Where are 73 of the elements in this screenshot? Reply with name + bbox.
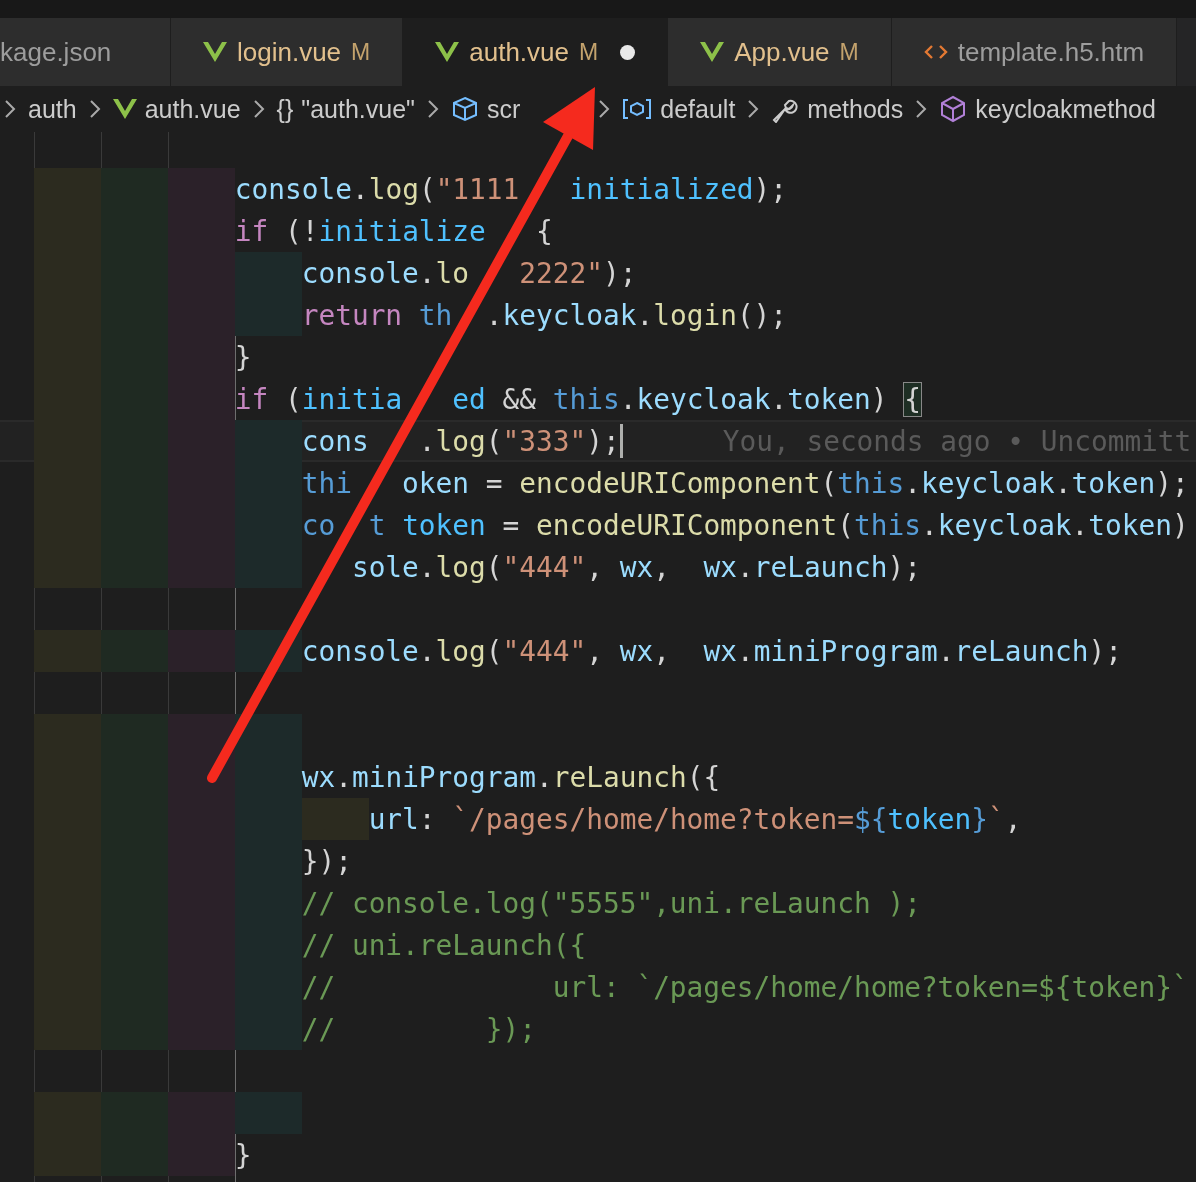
indent-highlight	[100, 1092, 168, 1134]
breadcrumb-item[interactable]: "auth.vue"	[301, 94, 415, 124]
indent-highlight	[100, 168, 168, 210]
indent-highlight	[167, 1092, 235, 1134]
chevron-icon	[915, 99, 928, 119]
code-line: wx.miniProgram.reLaunch({	[301, 760, 721, 794]
chevron-icon	[252, 99, 265, 119]
indent-highlight	[167, 1134, 235, 1176]
breadcrumb-item[interactable]: auth	[28, 94, 77, 124]
vue-icon	[203, 42, 227, 62]
editor-tab[interactable]: template.h5.htm	[891, 18, 1178, 86]
code-line: url: `/pages/home/home?token=${token}`,	[368, 802, 1022, 836]
chevron-icon	[4, 99, 16, 119]
indent-highlight	[234, 1008, 302, 1050]
indent-highlight	[33, 1134, 101, 1176]
chevron-icon	[747, 99, 760, 119]
code-line: if (!initialize {	[234, 214, 553, 248]
indent-highlight	[33, 1092, 101, 1134]
indent-highlight	[33, 546, 101, 588]
vue-icon	[112, 99, 137, 119]
code-line: }	[234, 340, 252, 374]
indent-highlight	[167, 714, 235, 756]
breadcrumb-item[interactable]: auth.vue	[144, 94, 241, 124]
indent-highlight	[167, 546, 235, 588]
indent-highlight	[33, 168, 101, 210]
editor-tab[interactable]: kage.json	[0, 18, 171, 86]
chevron-icon	[598, 99, 611, 119]
chevron-icon	[426, 99, 439, 119]
code-line: return th .keycloak.login();	[301, 298, 788, 332]
code-line: // });	[301, 1012, 536, 1046]
code-line: }	[234, 1138, 252, 1172]
indent-highlight	[100, 714, 168, 756]
breadcrumb-item[interactable]: keycloakmethod	[975, 94, 1156, 124]
code-line: console.log("1111 initialized);	[234, 172, 788, 206]
vue-icon	[700, 42, 725, 62]
cube-icon	[450, 96, 479, 122]
chevron-icon	[88, 99, 101, 119]
code-line: console.log("444", wx, wx.miniProgram.reLaunch);	[301, 634, 1122, 668]
indent-highlight	[234, 546, 302, 588]
text-cursor	[619, 424, 623, 458]
code-line: // url: `/pages/home/home?token=${token}`	[301, 970, 1189, 1004]
indent-highlight	[100, 1134, 168, 1176]
breadcrumb-item[interactable]: scr	[486, 94, 521, 124]
vue-icon	[435, 42, 460, 62]
indent-highlight	[33, 1008, 101, 1050]
indent-highlight	[100, 630, 168, 672]
indent-highlight	[100, 1008, 168, 1050]
indent-highlight	[234, 1092, 302, 1134]
editor-tab[interactable]: auth.vue M	[403, 18, 669, 86]
indent-highlight	[167, 630, 235, 672]
indent-highlight	[167, 1008, 235, 1050]
code-line: thi oken = encodeURIComponent(this.keycloak.token);	[301, 466, 1189, 500]
breadcrumb-item[interactable]: default	[660, 94, 736, 124]
editor-tab[interactable]: login.vue M	[171, 18, 404, 86]
bracketed-cube-icon	[622, 98, 653, 120]
cube-icon	[939, 95, 968, 123]
breadcrumb-item[interactable]: methods	[807, 94, 904, 124]
indent-highlight	[33, 714, 101, 756]
indent-highlight	[167, 168, 235, 210]
code-line: sole.log("444", wx, wx.reLaunch);	[350, 550, 922, 584]
code-line: });	[301, 844, 352, 878]
indent-highlight	[33, 630, 101, 672]
code-line: // console.log("5555",uni.reLaunch );	[301, 886, 921, 920]
code-line: console.lo 2222");	[301, 256, 637, 290]
braces-icon: {}	[276, 94, 294, 124]
editor-tab[interactable]: App.vue M	[668, 18, 892, 86]
git-blame-annotation: You, seconds ago • Uncommitt	[722, 424, 1192, 458]
code-line: if (initia ed && this.keycloak.token) {	[234, 382, 922, 416]
code-line: co t token = encodeURIComponent(this.keycloak.token)	[301, 508, 1189, 542]
indent-highlight	[100, 546, 168, 588]
code-line: cons .log("333");	[301, 424, 620, 458]
indent-highlight	[234, 294, 302, 336]
code-line: // uni.reLaunch({	[301, 928, 587, 962]
